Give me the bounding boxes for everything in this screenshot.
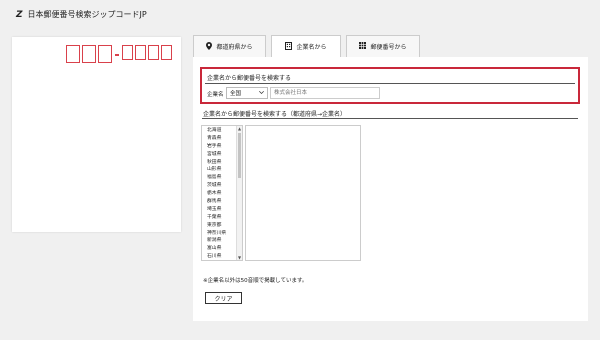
prefecture-select[interactable]: 全国 xyxy=(226,87,268,99)
zip-box xyxy=(82,45,96,63)
site-logo[interactable]: Z 日本郵便番号検索ジップコードJP xyxy=(16,9,147,20)
scroll-up-icon[interactable]: ▲ xyxy=(237,126,242,131)
sort-note: ※企業名以外は50音順で掲載しています。 xyxy=(203,278,308,284)
tab-company[interactable]: 企業名から xyxy=(271,35,341,57)
tab-bar: 都道府県から 企業名から 郵便番号から xyxy=(193,35,420,57)
company-name-input[interactable] xyxy=(270,87,380,99)
company-search-section: 企業名から郵便番号を検索する 企業名 全国 xyxy=(200,67,580,104)
grid-icon xyxy=(359,42,367,51)
zip-boxes xyxy=(66,45,174,63)
tab-label: 都道府県から xyxy=(216,44,253,51)
clear-button[interactable]: クリア xyxy=(205,292,242,304)
chevron-down-icon xyxy=(259,90,264,96)
section-title: 企業名から郵便番号を検索する xyxy=(207,75,292,82)
zip-box xyxy=(66,45,80,63)
prefecture-list[interactable]: 北海道 青森県 岩手県 宮城県 秋田県 山形県 福島県 茨城県 栃木県 群馬県 埼玉県 千葉県 東京都神… xyxy=(201,125,243,261)
tab-label: 企業名から xyxy=(296,44,327,51)
prefecture-select-value: 全国 xyxy=(230,91,242,97)
scroll-down-icon[interactable]: ▼ xyxy=(237,255,242,260)
map-pin-icon xyxy=(206,41,213,52)
divider xyxy=(205,83,575,84)
zip-box xyxy=(98,45,112,63)
postcard xyxy=(12,37,181,232)
tab-zipcode[interactable]: 郵便番号から xyxy=(346,35,420,57)
scroll-thumb[interactable] xyxy=(238,133,241,178)
zip-box xyxy=(122,45,133,60)
divider xyxy=(202,118,578,119)
building-icon xyxy=(285,41,293,52)
zip-box xyxy=(135,45,146,60)
zip-box xyxy=(148,45,159,60)
company-field-label: 企業名 xyxy=(207,92,224,98)
scrollbar[interactable]: ▲ ▼ xyxy=(236,126,242,260)
site-title: 日本郵便番号検索ジップコードJP xyxy=(27,10,147,19)
browse-section-title: 企業名から郵便番号を検索する（都道府県→企業名） xyxy=(203,111,347,118)
company-list[interactable] xyxy=(245,125,361,261)
zip-dash xyxy=(115,54,119,56)
tab-prefecture[interactable]: 都道府県から xyxy=(193,35,266,57)
logo-mark: Z xyxy=(16,9,23,20)
zip-box xyxy=(161,45,172,60)
tab-label: 郵便番号から xyxy=(370,44,407,51)
